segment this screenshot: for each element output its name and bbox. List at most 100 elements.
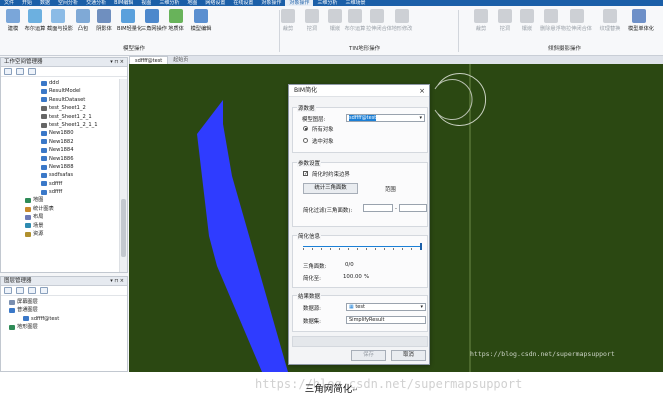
dialog-title-bar: BIM简化 × bbox=[289, 85, 429, 97]
ribbon-button[interactable]: 裁剪 bbox=[277, 9, 299, 43]
ribbon-button[interactable]: 模型编辑 bbox=[190, 9, 212, 43]
open-workspace-icon[interactable] bbox=[4, 68, 12, 75]
filter-from-input[interactable] bbox=[363, 204, 393, 212]
layer-tool-icon[interactable] bbox=[4, 287, 12, 294]
tree-item[interactable]: New1888 bbox=[1, 163, 119, 171]
section-title: 源数据 bbox=[297, 104, 316, 112]
model-layer-label: 模型图层: bbox=[302, 117, 326, 123]
figure-caption: 三角网简化↵ bbox=[0, 381, 663, 395]
layer-item[interactable]: 普通图层 bbox=[1, 306, 127, 314]
layer-visible-icon[interactable] bbox=[28, 287, 36, 294]
tree-item[interactable]: ssdfsafas bbox=[1, 171, 119, 179]
params-section: 参数设置 ✓ 简化时约束边界 统计三角面数 范围 简化过滤(三角面数): - bbox=[292, 159, 428, 227]
ribbon-button-label: 截面与投影 bbox=[47, 26, 73, 32]
search-icon[interactable] bbox=[28, 68, 36, 75]
layer-toolbar bbox=[1, 286, 127, 296]
layer-item[interactable]: sdffff@test bbox=[1, 315, 127, 323]
tree-item[interactable]: test_Sheet1_2_1_1 bbox=[1, 121, 119, 129]
ribbon-button[interactable]: 模型单体化 bbox=[628, 9, 654, 43]
layer-style-icon[interactable] bbox=[16, 287, 24, 294]
ribbon-button[interactable]: 地质体 bbox=[165, 9, 187, 43]
ribbon-button[interactable]: 挖洞 bbox=[494, 9, 516, 43]
layer-icon bbox=[9, 308, 15, 314]
layer-item[interactable]: 屏幕图层 bbox=[1, 298, 127, 306]
ribbon-button[interactable]: 建模 bbox=[2, 9, 24, 43]
workspace-manager-title: 工作空间管理器 ▾ ⊓ × bbox=[1, 58, 127, 67]
ribbon-button-icon bbox=[51, 9, 65, 23]
workspace-toolbar bbox=[1, 67, 127, 77]
tree-item[interactable]: ddd bbox=[1, 79, 119, 87]
ribbon-button[interactable]: 三角网操作 bbox=[141, 9, 167, 43]
pin-icon[interactable]: ▾ ⊓ × bbox=[110, 58, 124, 67]
tree-item[interactable]: test_Sheet1_2 bbox=[1, 104, 119, 112]
radio-selected-objects[interactable] bbox=[303, 138, 308, 143]
layer-manager-title-text: 图层管理器 bbox=[4, 278, 32, 284]
close-icon[interactable]: × bbox=[419, 85, 425, 97]
tree-item[interactable]: sdffff bbox=[1, 180, 119, 188]
ribbon-button[interactable]: 布尔运算 bbox=[344, 9, 366, 43]
dataset-icon bbox=[41, 97, 47, 103]
tree-item[interactable]: New1884 bbox=[1, 146, 119, 154]
slider-handle[interactable] bbox=[420, 243, 422, 250]
tree-item[interactable]: 统计图表 bbox=[1, 205, 119, 213]
tree-item[interactable]: New1882 bbox=[1, 138, 119, 146]
save-button[interactable]: 保存 bbox=[351, 350, 386, 361]
workspace-scrollbar[interactable] bbox=[119, 79, 127, 272]
ribbon-button[interactable]: 镶嵌 bbox=[516, 9, 538, 43]
tree-item[interactable]: ResultModel bbox=[1, 87, 119, 95]
tree-item-label: 场景 bbox=[33, 222, 44, 229]
ribbon-button[interactable]: 地形修改 bbox=[391, 9, 413, 43]
tree-item-label: ssdfsafas bbox=[49, 172, 74, 179]
count-triangles-button[interactable]: 统计三角面数 bbox=[303, 183, 358, 194]
model-layer-select[interactable]: sdffff@test ▾ bbox=[346, 114, 425, 122]
ribbon-button[interactable]: 拉伸闭合体 bbox=[566, 9, 592, 43]
ribbon-button[interactable]: 截面与投影 bbox=[47, 9, 73, 43]
tree-item[interactable]: ResultDataset bbox=[1, 96, 119, 104]
scroll-thumb[interactable] bbox=[121, 198, 126, 257]
group-oblique-ops: 倾斜摄影操作 bbox=[548, 46, 582, 52]
ribbon-button[interactable]: 布尔运算 bbox=[24, 9, 46, 43]
layer-item[interactable]: 地形图层 bbox=[1, 323, 127, 331]
cancel-button[interactable]: 取消 bbox=[391, 350, 426, 361]
ribbon-button-label: 三角网操作 bbox=[141, 26, 167, 32]
ribbon-button[interactable]: 拉伸闭合体 bbox=[366, 9, 392, 43]
dataset-icon bbox=[41, 172, 47, 178]
ribbon-button-label: 建模 bbox=[7, 26, 19, 32]
ribbon-button[interactable]: 凸包 bbox=[72, 9, 94, 43]
ribbon-button-icon bbox=[570, 9, 584, 23]
pin-icon[interactable]: ▾ ⊓ × bbox=[110, 277, 124, 286]
tree-item[interactable]: New1880 bbox=[1, 129, 119, 137]
ribbon-button[interactable]: 纹理替换 bbox=[599, 9, 621, 43]
tree-item[interactable]: test_Sheet1_2_1 bbox=[1, 113, 119, 121]
tree-item-label: New1888 bbox=[49, 163, 74, 170]
ribbon-button[interactable]: BIM轻量化 bbox=[117, 9, 142, 43]
ribbon-button-label: 挖洞 bbox=[499, 26, 511, 32]
layer-icon bbox=[9, 299, 15, 305]
tree-item[interactable]: 地图 bbox=[1, 196, 119, 204]
section-title: 简化信息 bbox=[297, 232, 322, 240]
ribbon-button[interactable]: 挖洞 bbox=[301, 9, 323, 43]
tab-scene[interactable]: sdffff@test bbox=[129, 56, 169, 64]
tab-start-page[interactable]: 起始页 bbox=[168, 56, 193, 64]
layer-delete-icon[interactable] bbox=[40, 287, 48, 294]
ribbon-button[interactable]: 裁剪 bbox=[470, 9, 492, 43]
refresh-icon[interactable] bbox=[16, 68, 24, 75]
tree-item[interactable]: New1886 bbox=[1, 155, 119, 163]
ribbon-button-label: 镶嵌 bbox=[329, 26, 341, 32]
ribbon-button[interactable]: 镶嵌 bbox=[324, 9, 346, 43]
tree-item-label: 资源 bbox=[33, 231, 44, 238]
ribbon-button[interactable]: 阴影体 bbox=[93, 9, 115, 43]
datasource-select[interactable]: ▦ test ▾ bbox=[346, 303, 426, 311]
dataset-icon bbox=[41, 114, 47, 120]
tree-item[interactable]: 场景 bbox=[1, 222, 119, 230]
tree-item[interactable]: sdffff bbox=[1, 188, 119, 196]
simplify-slider-track[interactable] bbox=[303, 246, 421, 247]
dataset-input[interactable]: SimplifyResult bbox=[346, 316, 426, 324]
filter-to-input[interactable] bbox=[399, 204, 427, 212]
tree-item[interactable]: 布局 bbox=[1, 213, 119, 221]
constraint-checkbox[interactable]: ✓ bbox=[303, 171, 308, 177]
ribbon-button-icon bbox=[370, 9, 384, 23]
tree-item[interactable]: 资源 bbox=[1, 230, 119, 238]
ribbon-button[interactable]: 删除悬浮物 bbox=[540, 9, 566, 43]
radio-all-objects[interactable] bbox=[303, 126, 308, 131]
